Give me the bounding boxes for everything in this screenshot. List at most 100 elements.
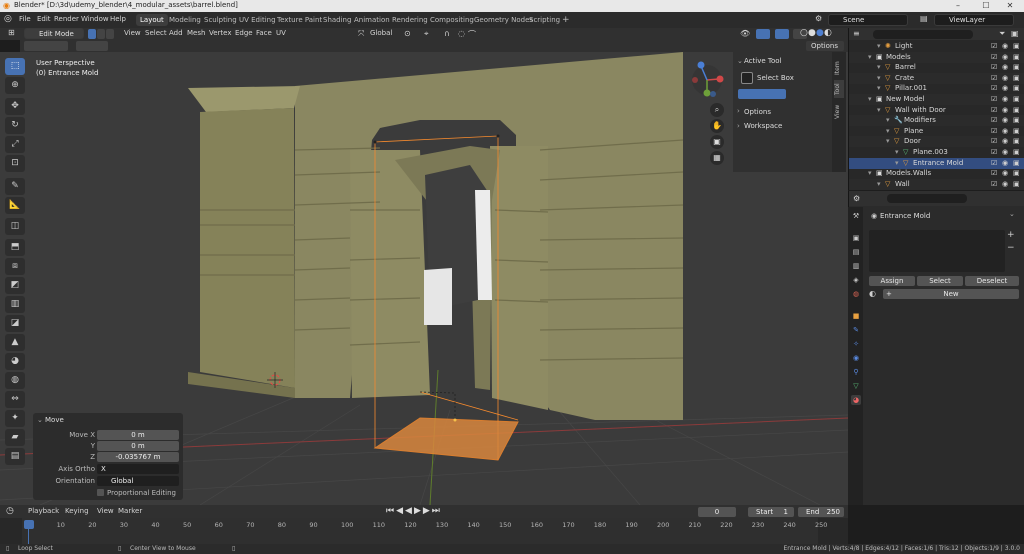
tab-tool[interactable]: Tool xyxy=(834,80,844,98)
outliner-search[interactable] xyxy=(873,30,973,39)
expand-chevron-icon[interactable]: ▾ xyxy=(877,41,881,52)
properties-type-icon[interactable]: ⚙ xyxy=(853,194,860,203)
snap-icon[interactable]: ⌖ xyxy=(424,29,429,39)
start-frame-field[interactable]: Start 1 xyxy=(748,507,794,517)
slot-menu-icon[interactable]: ⌄ xyxy=(1009,210,1015,218)
menu-edit[interactable]: Edit xyxy=(37,15,51,23)
select-mode-toggles[interactable] xyxy=(738,89,786,99)
select-mode-buttons[interactable] xyxy=(24,41,68,51)
render-camera-icon[interactable]: ▣ xyxy=(1013,62,1020,73)
options-dropdown[interactable]: Options xyxy=(806,41,844,51)
tab-modeling[interactable]: Modeling xyxy=(165,14,205,26)
minimize-button[interactable]: – xyxy=(944,0,972,12)
tool-tab-icon[interactable]: ⚒ xyxy=(851,211,861,221)
options-section[interactable]: Options xyxy=(744,108,771,116)
exclude-checkbox[interactable]: ☑ xyxy=(991,105,997,116)
pan-hand-icon[interactable]: ✋ xyxy=(710,119,724,133)
exclude-checkbox[interactable]: ☑ xyxy=(991,147,997,158)
eye-icon[interactable]: ◉ xyxy=(1002,94,1008,105)
eye-icon[interactable]: ◉ xyxy=(1002,136,1008,147)
poly-build-tool-icon[interactable]: ▲ xyxy=(5,334,25,351)
edge-select-button[interactable] xyxy=(97,29,105,39)
render-camera-icon[interactable]: ▣ xyxy=(1013,73,1020,84)
exclude-checkbox[interactable]: ☑ xyxy=(991,62,997,73)
exclude-checkbox[interactable]: ☑ xyxy=(991,158,997,169)
outliner-row[interactable]: ▾ 🔧 Modifiers ☑ ◉ ▣ xyxy=(849,115,1024,127)
outliner-row[interactable]: ▾ ▽ Barrel ☑ ◉ ▣ xyxy=(849,62,1024,73)
menu-help[interactable]: Help xyxy=(110,15,126,23)
outliner-row[interactable]: ▾ ✺ Light ☑ ◉ ▣ xyxy=(849,41,1024,52)
render-camera-icon[interactable]: ▣ xyxy=(1013,115,1020,126)
outliner-row[interactable]: ▾ ▽ Pillar.001 ☑ ◉ ▣ xyxy=(849,83,1024,94)
magnet-icon[interactable]: ∩ xyxy=(444,29,450,38)
operator-chevron-icon[interactable]: ⌄ xyxy=(37,416,43,424)
ortho-grid-icon[interactable]: ▦ xyxy=(710,151,724,165)
expand-chevron-icon[interactable]: ▾ xyxy=(877,62,881,73)
material-slot-name[interactable]: Entrance Mold xyxy=(880,212,930,220)
proportional-icon[interactable]: ◌ xyxy=(458,29,465,38)
particles-tab-icon[interactable]: ✧ xyxy=(851,339,861,349)
shear-tool-icon[interactable]: ▰ xyxy=(5,429,25,446)
exclude-checkbox[interactable]: ☑ xyxy=(991,94,997,105)
eye-icon[interactable]: ◉ xyxy=(1002,158,1008,169)
modifier-tab-icon[interactable]: ✎ xyxy=(851,325,861,335)
material-browse-icon[interactable]: ◐ xyxy=(869,289,876,298)
tab-item[interactable]: Item xyxy=(834,58,844,78)
outliner-row[interactable]: ▾ ▽ Wall with Door ☑ ◉ ▣ xyxy=(849,105,1024,116)
view-layer-tab-icon[interactable]: ▥ xyxy=(851,261,861,271)
wireframe-shading-icon[interactable]: ○ xyxy=(800,28,808,38)
options-chevron-icon[interactable]: › xyxy=(737,107,740,115)
material-shading-icon[interactable]: ● xyxy=(816,28,824,38)
face-select-button[interactable] xyxy=(106,29,114,39)
workspace-section[interactable]: Workspace xyxy=(744,122,782,130)
outliner-row[interactable]: ▾ ▣ Models ☑ ◉ ▣ xyxy=(849,51,1024,63)
outliner-type-icon[interactable]: ≡ xyxy=(853,29,860,38)
orientation-select[interactable]: Global xyxy=(97,476,179,486)
view-layer-field[interactable]: ViewLayer xyxy=(934,14,1014,26)
rendered-shading-icon[interactable]: ◐ xyxy=(824,28,832,38)
eye-icon[interactable]: ◉ xyxy=(1002,41,1008,52)
constraints-tab-icon[interactable]: ⚲ xyxy=(851,367,861,377)
menu-playback[interactable]: Playback xyxy=(28,507,59,515)
new-collection-icon[interactable]: ▣ xyxy=(1011,29,1019,38)
move-y-field[interactable]: 0 m xyxy=(97,441,179,451)
eye-icon[interactable]: ◉ xyxy=(1002,62,1008,73)
playback-controls[interactable]: ⏮◀◀▶▶⏭ xyxy=(386,506,442,516)
menu-file[interactable]: File xyxy=(19,15,31,23)
eye-icon[interactable]: ◉ xyxy=(1002,179,1008,190)
smooth-tool-icon[interactable]: ◍ xyxy=(5,372,25,389)
render-camera-icon[interactable]: ▣ xyxy=(1013,126,1020,137)
transform-buttons[interactable] xyxy=(76,41,108,51)
properties-search[interactable] xyxy=(887,194,967,203)
expand-chevron-icon[interactable]: ▾ xyxy=(886,115,890,126)
timeline-type-icon[interactable]: ◷ xyxy=(6,506,14,516)
editor-type-icon[interactable]: ⊞ xyxy=(8,28,15,37)
scale-tool-icon[interactable]: ⤢ xyxy=(5,136,25,153)
workspace-chevron-icon[interactable]: › xyxy=(737,122,740,130)
render-camera-icon[interactable]: ▣ xyxy=(1013,168,1020,179)
transform-tool-icon[interactable]: ⊡ xyxy=(5,155,25,172)
menu-view[interactable]: View xyxy=(124,29,141,37)
edge-slide-tool-icon[interactable]: ⇔ xyxy=(5,391,25,408)
move-tool-icon[interactable]: ✥ xyxy=(5,98,25,115)
outliner-row[interactable]: ▾ ▣ Models.Walls ☑ ◉ ▣ xyxy=(849,168,1024,179)
outliner-row[interactable]: ▾ ▽ Crate ☑ ◉ ▣ xyxy=(849,72,1024,84)
filter-icon[interactable]: ⏷ xyxy=(999,29,1005,39)
menu-render[interactable]: Render xyxy=(54,15,79,23)
rotate-tool-icon[interactable]: ↻ xyxy=(5,117,25,134)
knife-tool-icon[interactable]: ◪ xyxy=(5,315,25,332)
measure-tool-icon[interactable]: 📐 xyxy=(5,197,25,214)
inset-tool-icon[interactable]: ⧈ xyxy=(5,258,25,275)
current-frame-field[interactable]: 0 xyxy=(698,507,736,517)
output-tab-icon[interactable]: ▤ xyxy=(851,247,861,257)
render-camera-icon[interactable]: ▣ xyxy=(1013,158,1020,169)
falloff-icon[interactable]: ⌒ xyxy=(468,29,476,40)
menu-keying[interactable]: Keying xyxy=(65,507,89,515)
render-tab-icon[interactable]: ▣ xyxy=(851,233,861,243)
material-tab-icon[interactable]: ◕ xyxy=(851,395,861,405)
zoom-icon[interactable]: ⌕ xyxy=(710,103,724,117)
eye-icon[interactable]: ◉ xyxy=(1002,83,1008,94)
menu-marker[interactable]: Marker xyxy=(118,507,142,515)
extrude-tool-icon[interactable]: ⬒ xyxy=(5,239,25,256)
camera-icon[interactable]: ▣ xyxy=(710,135,724,149)
